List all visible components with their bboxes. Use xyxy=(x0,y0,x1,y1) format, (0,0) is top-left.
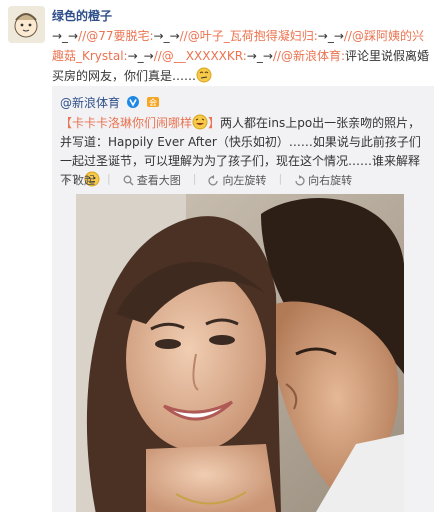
post-text: →_→//@77要脱宅:→_→//@叶子_瓦荷抱得凝妇归:→_→//@踩阿姨的兴… xyxy=(52,26,434,86)
svg-text:会: 会 xyxy=(149,97,157,107)
quoted-post: @新浪体育 会 【卡卡卡洛琳你们闹哪样 】两人都在ins上po出一张亲吻的照片，并… xyxy=(52,86,434,512)
mention-link[interactable]: //@77要脱宅: xyxy=(78,29,153,43)
rotate-right-icon xyxy=(295,174,305,185)
post-text-segment: →_→ xyxy=(246,49,273,63)
rotate-left-icon xyxy=(208,174,219,185)
username[interactable]: 绿色的橙子 xyxy=(52,7,112,24)
image-toolbar: 收起 | 查看大图 | 向左旋转 | 向右旋转 xyxy=(60,172,352,188)
mention-link[interactable]: //@叶子_瓦荷抱得凝妇归: xyxy=(180,29,318,43)
vip-badge-icon: 会 xyxy=(146,97,159,107)
collapse-button[interactable]: 收起 xyxy=(60,172,95,188)
post-text-segment: →_→ xyxy=(153,29,180,43)
couple-kiss-photo xyxy=(76,194,404,512)
mention-link[interactable]: //@__XXXXXKR: xyxy=(154,49,247,63)
mention-link[interactable]: //@新浪体育: xyxy=(273,49,345,63)
thinking-emoji-icon xyxy=(196,67,212,83)
rotate-right-button[interactable]: 向右旋转 xyxy=(294,172,352,188)
quoted-author-name[interactable]: @新浪体育 xyxy=(60,96,120,110)
rotate-left-button[interactable]: 向左旋转 xyxy=(208,172,266,188)
post-text-segment: →_→ xyxy=(317,29,344,43)
verified-v-icon xyxy=(126,96,139,108)
laugh-emoji-icon xyxy=(192,114,208,130)
magnifier-icon xyxy=(123,175,134,186)
avatar[interactable] xyxy=(8,6,45,43)
post-text-segment: →_→ xyxy=(52,29,79,43)
view-large-button[interactable]: 查看大图 xyxy=(123,172,181,188)
avatar-cartoon-icon xyxy=(8,6,45,43)
quoted-author[interactable]: @新浪体育 会 xyxy=(60,94,160,111)
post-text-segment: →_→ xyxy=(127,49,154,63)
topic-tag[interactable]: 【卡卡卡洛琳你们闹哪样 xyxy=(60,116,192,130)
collapse-icon xyxy=(61,176,69,183)
post-photo[interactable] xyxy=(76,194,404,512)
